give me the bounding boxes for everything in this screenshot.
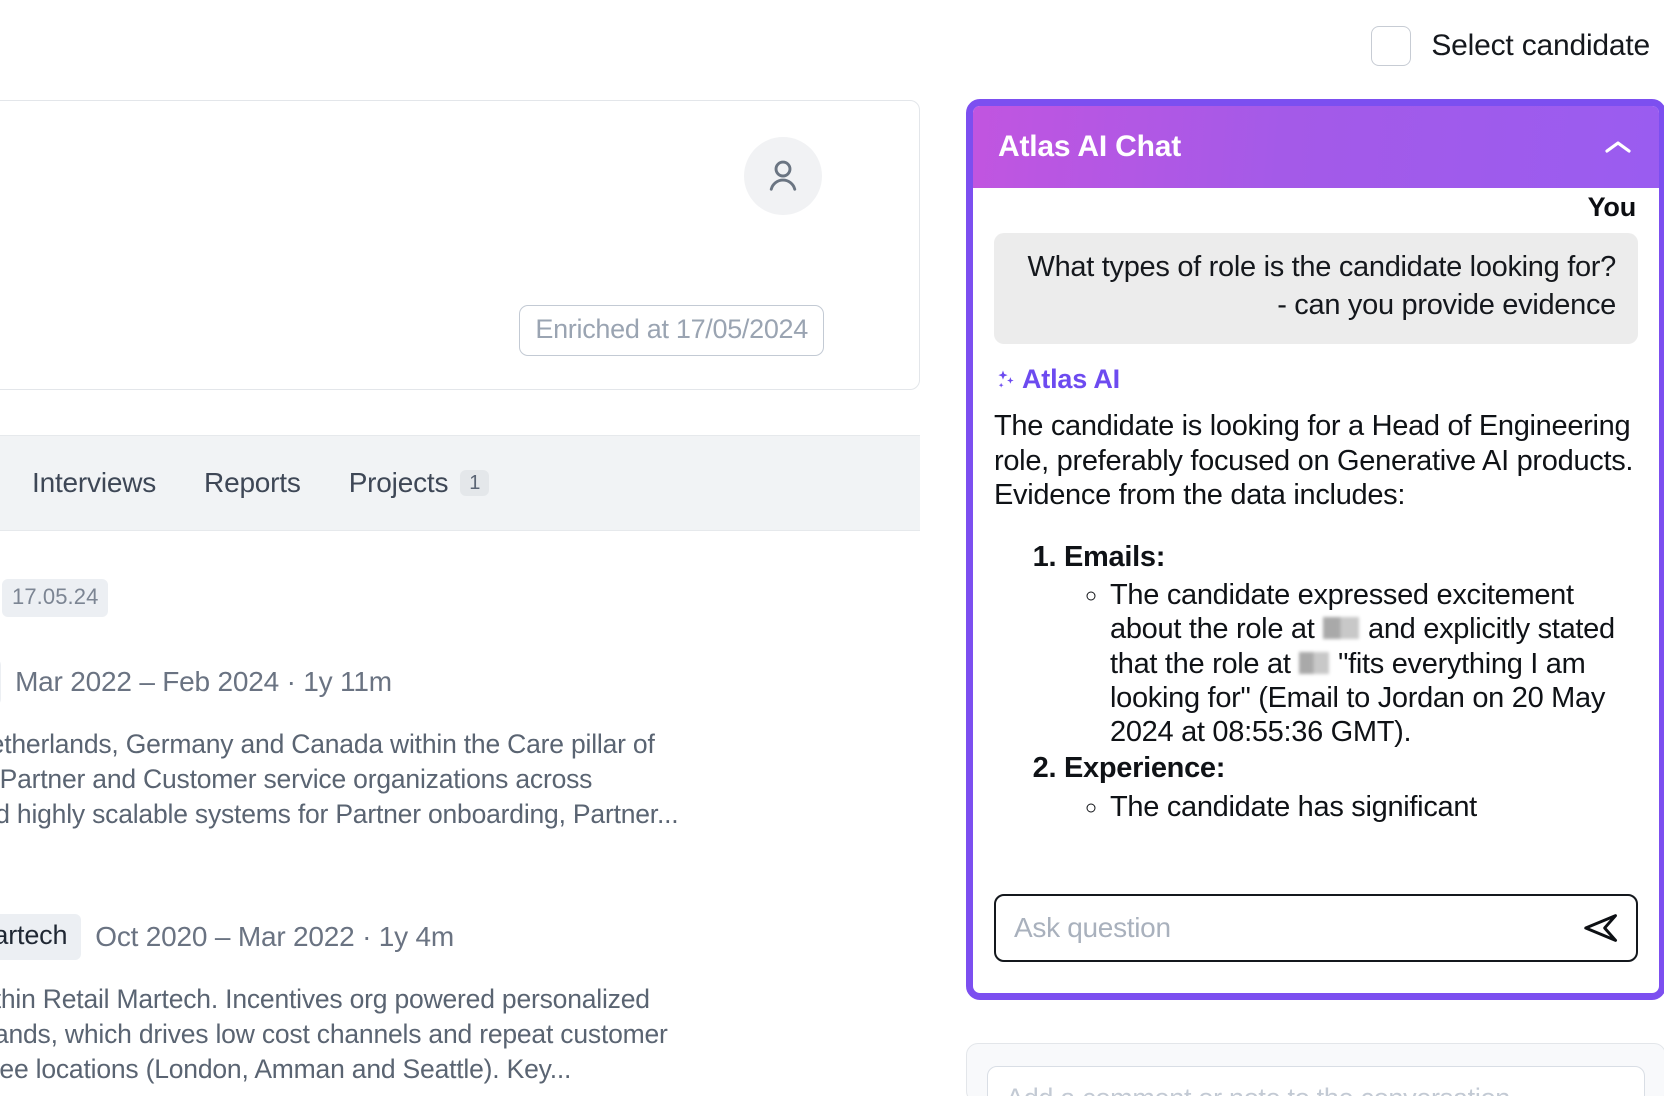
comment-input[interactable]: Add a comment or note to the conversatio… bbox=[987, 1066, 1645, 1096]
sparkles-icon bbox=[994, 367, 1020, 393]
experience-description: UK, Netherlands, Germany and Canada with… bbox=[0, 727, 920, 832]
experience-entry-header: Retail Martech Oct 2020 – Mar 2022 · 1y … bbox=[0, 914, 920, 960]
comment-card: Add a comment or note to the conversatio… bbox=[966, 1043, 1664, 1096]
chat-message-list[interactable]: You What types of role is the candidate … bbox=[980, 188, 1652, 893]
evidence-item-title: Experience: bbox=[1064, 752, 1225, 784]
evidence-item-emails: Emails: The candidate expressed exciteme… bbox=[1064, 540, 1638, 749]
experience-dates: Mar 2022 – Feb 2024 · 1y 11m bbox=[15, 666, 392, 698]
experience-dates: Oct 2020 – Mar 2022 · 1y 4m bbox=[95, 921, 454, 953]
experience-section: 17.05.24 eaway Mar 2022 – Feb 2024 · 1y … bbox=[0, 531, 920, 1096]
assistant-intro-paragraph: The candidate is looking for a Head of E… bbox=[994, 409, 1638, 512]
select-candidate-checkbox[interactable] bbox=[1371, 26, 1411, 66]
assistant-message-body: The candidate is looking for a Head of E… bbox=[994, 409, 1638, 823]
avatar bbox=[744, 137, 822, 215]
atlas-ai-chat-panel: Atlas AI Chat You What types of role is … bbox=[966, 99, 1664, 1000]
chat-composer bbox=[980, 886, 1652, 986]
user-message-bubble: What types of role is the candidate look… bbox=[994, 233, 1638, 344]
tab-projects-count: 1 bbox=[460, 470, 489, 496]
candidate-detail-column: Enriched at 17/05/2024 Interviews Report… bbox=[0, 0, 930, 1096]
evidence-list: Emails: The candidate expressed exciteme… bbox=[994, 540, 1638, 824]
select-candidate-label: Select candidate bbox=[1431, 29, 1650, 63]
redacted-company-name bbox=[1299, 652, 1329, 674]
chat-header[interactable]: Atlas AI Chat bbox=[973, 106, 1659, 188]
send-icon[interactable] bbox=[1572, 912, 1620, 944]
chevron-up-icon[interactable] bbox=[1603, 132, 1633, 162]
message-author: You bbox=[994, 188, 1638, 223]
evidence-sublist: The candidate expressed excitement about… bbox=[1064, 578, 1638, 749]
evidence-item-title: Emails: bbox=[1064, 541, 1165, 573]
profile-card: Enriched at 17/05/2024 bbox=[0, 100, 920, 390]
chat-title: Atlas AI Chat bbox=[998, 130, 1181, 164]
tab-interviews[interactable]: Interviews bbox=[32, 467, 156, 499]
evidence-item-experience: Experience: The candidate has significan… bbox=[1064, 751, 1638, 823]
experience-entry: Retail Martech Oct 2020 – Mar 2022 · 1y … bbox=[0, 914, 920, 1087]
message-author-assistant: Atlas AI bbox=[994, 364, 1638, 395]
redacted-company-name bbox=[1323, 617, 1359, 639]
experience-description: tion within Retail Martech. Incentives o… bbox=[0, 982, 920, 1087]
enriched-at-badge: Enriched at 17/05/2024 bbox=[519, 305, 824, 356]
experience-entry: eaway Mar 2022 – Feb 2024 · 1y 11m UK, N… bbox=[0, 659, 920, 832]
chat-question-input[interactable] bbox=[1014, 912, 1572, 944]
tab-reports-label: Reports bbox=[204, 467, 301, 499]
chat-message-user: You What types of role is the candidate … bbox=[994, 188, 1638, 344]
experience-date-chip: 17.05.24 bbox=[2, 579, 108, 617]
tab-projects[interactable]: Projects 1 bbox=[349, 467, 489, 499]
tab-projects-label: Projects bbox=[349, 467, 449, 499]
app-root: Select candidate Enriched at 17/05/2024 … bbox=[0, 0, 1664, 1096]
chat-input-container[interactable] bbox=[994, 894, 1638, 962]
select-candidate-control[interactable]: Select candidate bbox=[1371, 26, 1650, 66]
assistant-name-label: Atlas AI bbox=[1022, 364, 1120, 395]
company-chip: Retail Martech bbox=[0, 914, 81, 960]
evidence-sublist: The candidate has significant bbox=[1064, 790, 1638, 824]
section-tabs: Interviews Reports Projects 1 bbox=[0, 435, 920, 531]
evidence-bullet: The candidate has significant bbox=[1110, 790, 1638, 824]
evidence-bullet: The candidate expressed excitement about… bbox=[1110, 578, 1638, 749]
experience-entry-header: eaway Mar 2022 – Feb 2024 · 1y 11m bbox=[0, 659, 920, 705]
chat-message-assistant: Atlas AI The candidate is looking for a … bbox=[994, 364, 1638, 823]
tab-interviews-label: Interviews bbox=[32, 467, 156, 499]
tab-reports[interactable]: Reports bbox=[204, 467, 301, 499]
company-chip: eaway bbox=[0, 659, 1, 705]
